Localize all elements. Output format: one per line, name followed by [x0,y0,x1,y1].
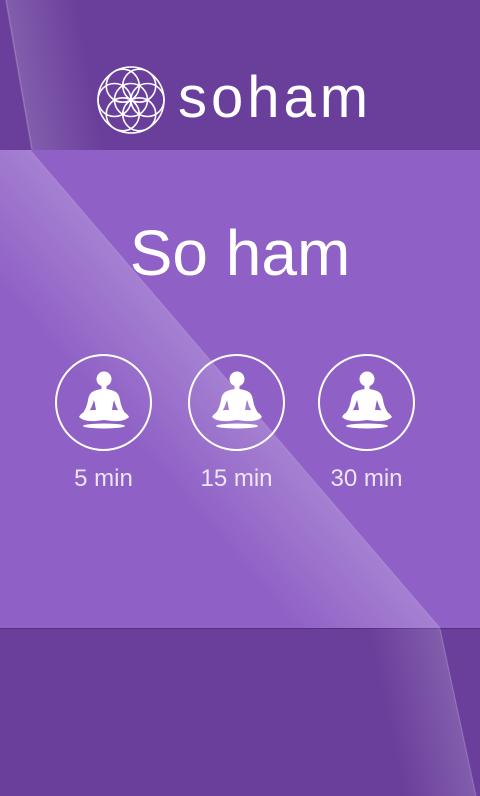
session-label: 5 min [74,465,133,492]
session-option-5-min[interactable]: 5 min [44,354,164,494]
meditation-button[interactable] [188,354,285,451]
meditation-icon [211,371,262,428]
session-option-30-min[interactable]: 30 min [307,354,427,494]
brand-name: soham [178,65,373,130]
session-label: 30 min [330,465,403,492]
session-option-15-min[interactable]: 15 min [177,354,297,494]
flower-of-life-icon [97,66,165,134]
page-title: So ham [129,217,351,289]
header-bar: soham [0,0,480,150]
footer-bar [0,628,480,796]
main-panel: So ham 5 min 15 min 30 min [0,150,480,628]
meditation-icon [341,371,392,428]
meditation-button[interactable] [318,354,415,451]
meditation-icon [78,371,129,428]
app-screen: soham So ham 5 min 15 min 30 min [0,0,480,796]
meditation-button[interactable] [55,354,152,451]
session-label: 15 min [200,465,273,492]
